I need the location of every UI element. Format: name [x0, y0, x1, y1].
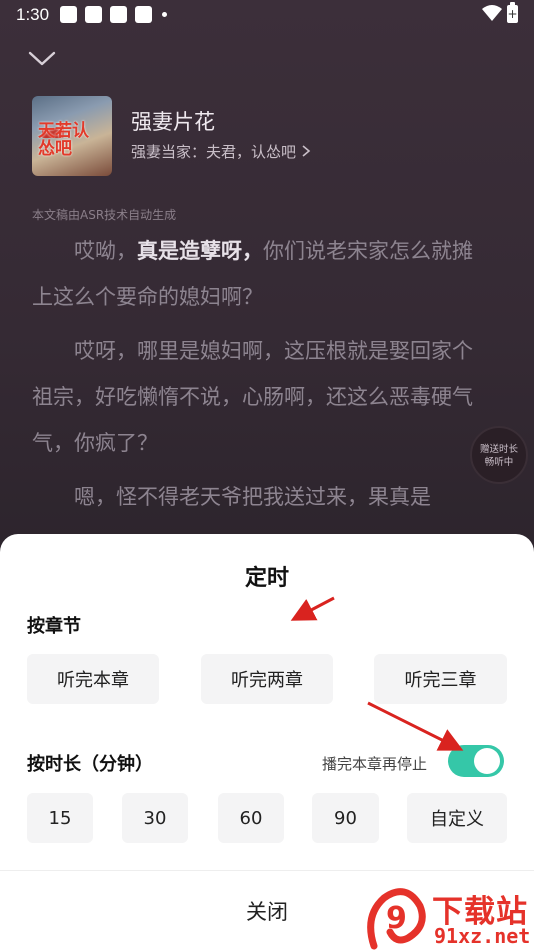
transcript-paragraph: 哎呀，哪里是媳妇啊，这压根就是娶回家个祖宗，好吃懒惰不说，心肠啊，还这么恶毒硬气…	[32, 328, 492, 466]
transcript-text: 哎呀，哪里是媳妇啊，这压根就是娶回家个祖宗，好吃懒惰不说，心肠啊，还这么恶毒硬气…	[32, 339, 473, 455]
notification-icon	[110, 6, 127, 23]
notification-icon	[85, 6, 102, 23]
minutes-60-button[interactable]: 60	[218, 793, 284, 843]
transcript-paragraph: 哎呦，真是造孽呀，你们说老宋家怎么就摊上这么个要命的媳妇啊？	[32, 228, 492, 320]
asr-note: 本文稿由ASR技术自动生成	[32, 208, 177, 222]
finish-chapter-label: 播完本章再停止	[322, 755, 428, 773]
notification-icon	[135, 6, 152, 23]
divider	[0, 870, 534, 871]
chevron-down-icon[interactable]	[28, 50, 56, 68]
notification-icon	[60, 6, 77, 23]
minutes-90-button[interactable]: 90	[312, 793, 379, 843]
transcript-text: 嗯，怪不得老天爷把我送过来，果真是	[74, 485, 431, 509]
custom-minutes-button[interactable]: 自定义	[407, 793, 507, 843]
minutes-15-button[interactable]: 15	[27, 793, 93, 843]
wifi-icon	[482, 5, 502, 21]
watermark-logo: 9	[367, 888, 426, 950]
by-duration-label: 按时长（分钟）	[27, 754, 153, 775]
badge-line: 畅听中	[484, 457, 514, 468]
chevron-right-icon	[302, 145, 311, 157]
toggle-knob	[474, 748, 500, 774]
book-cover[interactable]: 天若认怂吧	[32, 96, 112, 176]
cover-title-art: 天若认怂吧	[38, 121, 89, 159]
book-title: 强妻片花	[131, 110, 215, 134]
more-notifications-icon	[162, 12, 167, 17]
watermark-logo-text: 9	[386, 901, 407, 936]
status-time: 1:30	[16, 5, 50, 24]
transcript-text: 哎呦，	[74, 239, 137, 263]
finish-two-chapters-button[interactable]: 听完两章	[201, 654, 333, 704]
badge-line: 赠送时长	[479, 444, 518, 455]
transcript-paragraph: 嗯，怪不得老天爷把我送过来，果真是	[32, 474, 492, 520]
sheet-title: 定时	[244, 566, 289, 591]
finish-chapter-toggle[interactable]	[448, 745, 504, 777]
book-subtitle: 强妻当家：夫君，认怂吧	[131, 143, 297, 161]
transcript-highlight: 真是造孽呀，	[137, 239, 263, 263]
battery-icon: +	[507, 2, 518, 23]
free-time-badge[interactable]: 赠送时长 畅听中	[470, 426, 528, 484]
minutes-30-button[interactable]: 30	[122, 793, 188, 843]
book-subtitle-link[interactable]: 强妻当家：夫君，认怂吧	[131, 141, 311, 162]
watermark: 9 下载站 91xz.net	[362, 884, 534, 950]
finish-this-chapter-button[interactable]: 听完本章	[27, 654, 159, 704]
watermark-en: 91xz.net	[434, 924, 531, 948]
battery-charging-glyph: +	[507, 7, 518, 21]
status-bar: 1:30 +	[0, 0, 534, 30]
finish-three-chapters-button[interactable]: 听完三章	[374, 654, 507, 704]
by-chapter-label: 按章节	[27, 616, 81, 637]
